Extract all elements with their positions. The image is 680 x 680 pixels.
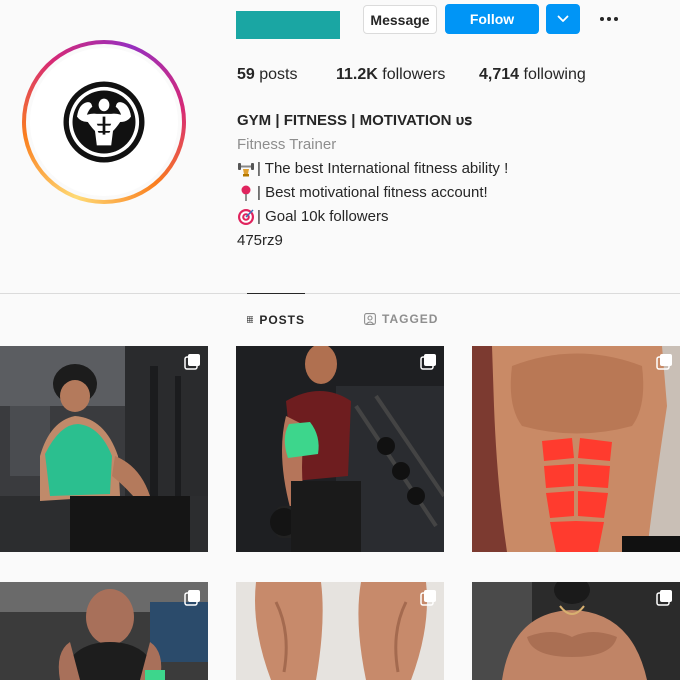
bio-extra: 475rz9 <box>237 232 283 249</box>
bio-line: | The best International fitness ability… <box>237 157 508 181</box>
post-image-bicep-curl <box>236 346 444 552</box>
bio-line: | Best motivational fitness account! <box>237 181 508 205</box>
more-options-icon[interactable] <box>594 8 624 30</box>
following-link[interactable]: 4,714 following <box>479 66 586 84</box>
posts-count-value: 59 <box>237 66 255 83</box>
profile-display-name: GYM | FITNESS | MOTIVATION ᴜꜱ <box>237 112 473 129</box>
tabs-divider <box>0 293 680 294</box>
multiple-photos-icon <box>420 354 436 370</box>
dumbbell-trophy-emoji <box>237 160 255 178</box>
tab-posts-label: POSTS <box>259 312 305 327</box>
following-count-value: 4,714 <box>479 66 520 83</box>
posts-count-label: posts <box>259 66 298 83</box>
multiple-photos-icon <box>184 590 200 606</box>
post-thumbnail[interactable] <box>0 582 208 680</box>
post-thumbnail[interactable] <box>236 346 444 552</box>
multiple-photos-icon <box>420 590 436 606</box>
username-redaction <box>236 11 340 39</box>
followers-link[interactable]: 11.2K followers <box>336 66 445 84</box>
multiple-photos-icon <box>656 590 672 606</box>
multiple-photos-icon <box>184 354 200 370</box>
post-image-back-workout <box>0 346 208 552</box>
grid-icon <box>247 316 254 323</box>
tab-tagged-label: TAGGED <box>382 312 439 326</box>
tab-posts[interactable]: POSTS <box>247 293 305 345</box>
post-thumbnail[interactable] <box>0 346 208 552</box>
bodybuilder-logo-icon <box>63 81 145 163</box>
dot <box>600 17 604 21</box>
pushpin-emoji <box>237 184 255 202</box>
post-thumbnail[interactable] <box>472 346 680 552</box>
dot <box>614 17 618 21</box>
bio-line-text: | Goal 10k followers <box>257 208 389 225</box>
post-thumbnail[interactable] <box>236 582 444 680</box>
followers-count-label: followers <box>382 66 446 83</box>
bullseye-emoji <box>237 208 255 226</box>
profile-avatar-ring[interactable] <box>22 40 186 204</box>
message-button[interactable]: Message <box>363 5 437 34</box>
tab-tagged[interactable]: TAGGED <box>364 293 438 345</box>
tagged-icon <box>364 313 376 325</box>
multiple-photos-icon <box>656 354 672 370</box>
username <box>236 11 340 39</box>
profile-category: Fitness Trainer <box>237 136 337 153</box>
post-thumbnail[interactable] <box>472 582 680 680</box>
post-image-gym-portrait <box>0 582 208 680</box>
profile-bio: GYM | FITNESS | MOTIVATION ᴜꜱ Fitness Tr… <box>237 109 508 253</box>
posts-count: 59 posts <box>237 66 298 84</box>
post-image-calves <box>236 582 444 680</box>
bio-line-text: | The best International fitness ability… <box>257 160 509 177</box>
post-image-abs <box>472 346 680 552</box>
followers-count-value: 11.2K <box>336 66 378 83</box>
bio-line: | Goal 10k followers <box>237 205 508 229</box>
follow-button[interactable]: Follow <box>445 4 539 34</box>
avatar-spacer <box>26 44 182 200</box>
chevron-down-icon <box>557 15 569 22</box>
post-image-chest <box>472 582 680 680</box>
dot <box>607 17 611 21</box>
avatar[interactable] <box>30 48 178 196</box>
bio-line-text: | Best motivational fitness account! <box>257 184 488 201</box>
suggested-dropdown-button[interactable] <box>546 4 580 34</box>
following-count-label: following <box>523 66 586 83</box>
